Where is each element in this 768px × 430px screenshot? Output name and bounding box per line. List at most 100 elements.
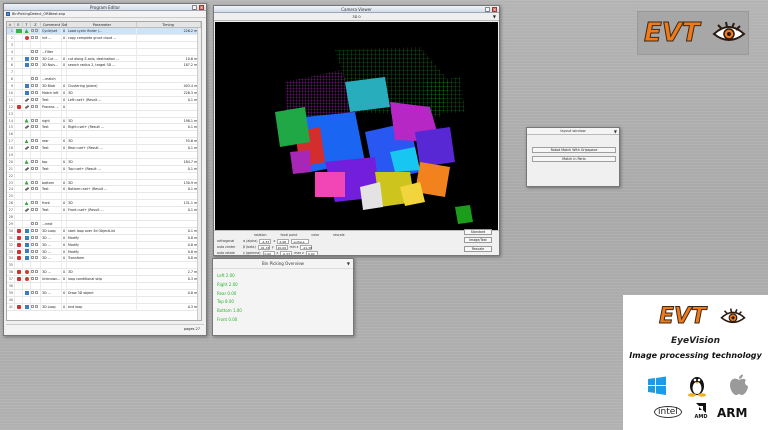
image-text-button[interactable]: Image/Text (464, 237, 492, 243)
table-row[interactable]: 25 (7, 193, 201, 201)
camera-source-selector[interactable]: 3D 0 ▼ (214, 13, 499, 21)
checkbox[interactable] (31, 304, 34, 308)
row-flag[interactable] (15, 276, 23, 282)
close-button[interactable]: × (199, 5, 204, 10)
checkbox[interactable] (35, 221, 38, 225)
table-row[interactable]: 1 Cycle/set 0 Load cyclic finder /... 226.2 … (7, 28, 201, 35)
checkbox[interactable] (31, 270, 34, 274)
row-flag[interactable] (15, 248, 23, 255)
checkbox[interactable] (31, 91, 34, 95)
min-z-field[interactable]: -22,38 (300, 244, 313, 250)
checkbox[interactable] (31, 139, 34, 143)
table-row[interactable]: 35 (7, 262, 201, 270)
row-flag[interactable] (15, 145, 23, 152)
checkbox[interactable] (35, 242, 38, 246)
checkbox[interactable] (31, 290, 34, 294)
column-header[interactable]: Comment (41, 22, 62, 27)
table-row[interactable]: 36 3D ... 0 3D 2.7 ms (7, 269, 201, 277)
row-flag[interactable] (15, 289, 23, 296)
checkbox[interactable] (35, 228, 38, 232)
table-row[interactable]: 30 3D Loop 0 start loop over 3d ObjectList 0… (7, 227, 201, 235)
layout-window-titlebar[interactable]: layout window ▼ (527, 128, 619, 135)
table-row[interactable]: 39 3D ... 0 Draw 3D object 0.8 ms (7, 289, 201, 297)
table-row[interactable]: 26 front 0 3D 131.1 ms (7, 200, 201, 208)
checkbox[interactable] (35, 235, 38, 239)
table-row[interactable]: 8 ...match (7, 76, 201, 84)
column-header[interactable]: Z (31, 22, 41, 27)
table-row[interactable]: 17 rear 0 3D 55.6 ms (7, 138, 201, 146)
checkbox[interactable] (35, 304, 38, 308)
table-row[interactable]: 41 3D Loop 0 end loop 0.3 ms (7, 303, 201, 311)
checkbox[interactable] (31, 166, 34, 170)
checkbox[interactable] (31, 97, 34, 101)
table-row[interactable]: 13 (7, 110, 201, 118)
row-flag[interactable] (15, 255, 23, 262)
checkbox[interactable] (35, 270, 38, 274)
orthogonal-checkbox[interactable]: orthogonal (217, 239, 241, 243)
checkbox[interactable] (31, 29, 34, 32)
checkbox[interactable] (35, 56, 38, 60)
row-flag[interactable] (15, 296, 23, 303)
checkbox[interactable] (35, 256, 38, 260)
checkbox[interactable] (35, 118, 38, 122)
auto-rotate-checkbox[interactable]: auto rotate (217, 251, 241, 255)
table-row[interactable]: 5 3D Cut ... 0 cut along Z-axis, destinatio… (7, 55, 201, 63)
checkbox[interactable] (31, 208, 34, 212)
checkbox[interactable] (31, 187, 34, 191)
program-editor-titlebar[interactable]: Program Editor _ × (4, 4, 206, 11)
vertical-scrollbar[interactable] (197, 28, 201, 320)
checkbox[interactable] (31, 56, 34, 60)
point-cloud-view[interactable] (215, 22, 498, 232)
row-flag[interactable] (15, 83, 23, 90)
checkbox[interactable] (35, 77, 38, 81)
auto-center-checkbox[interactable]: auto center (217, 245, 241, 249)
row-flag[interactable] (15, 131, 23, 138)
table-row[interactable]: 11 Text 0 Left=set+ (Result ... 0.1 ms (7, 96, 201, 104)
row-flag[interactable] (15, 41, 23, 48)
checkbox[interactable] (35, 249, 38, 253)
checkbox[interactable] (35, 104, 38, 108)
table-row[interactable]: 24 Text 0 Bottom=set+ (Result ... 0.1 ms (7, 186, 201, 194)
checkbox[interactable] (35, 290, 38, 294)
gamma-field[interactable]: 0,00 (262, 250, 275, 255)
row-flag[interactable] (15, 214, 23, 220)
row-flag[interactable] (15, 62, 23, 69)
checkbox[interactable] (35, 159, 38, 163)
table-row[interactable]: 29 ...next (7, 220, 201, 228)
row-flag[interactable] (15, 76, 23, 83)
table-row[interactable]: 37 Unknown... 0 loop conditional skip 0.3 ms (7, 276, 201, 283)
row-flag[interactable] (15, 124, 23, 131)
table-row[interactable]: 23 bottom 0 3D 130.9 ms (7, 179, 201, 187)
row-flag[interactable] (15, 158, 23, 165)
checkbox[interactable] (35, 63, 38, 67)
checkbox[interactable] (31, 277, 34, 281)
table-row[interactable]: 22 (7, 172, 201, 180)
checkbox[interactable] (31, 249, 34, 253)
focal-y-field[interactable]: 20,00 (275, 244, 288, 250)
row-flag[interactable] (15, 303, 23, 310)
table-row[interactable]: 20 top 0 3D 184.7 ms (7, 158, 201, 166)
focal-x-field[interactable]: 2,98 (277, 238, 290, 244)
table-row[interactable]: 4 ...Filter (7, 48, 201, 56)
table-row[interactable]: 7 (7, 69, 201, 77)
row-flag[interactable] (15, 172, 23, 179)
checkbox[interactable] (35, 187, 38, 191)
checkbox[interactable] (35, 49, 38, 53)
row-flag[interactable] (15, 220, 23, 227)
table-row[interactable]: 10 Match left 0 3D 226.3 ms (7, 90, 201, 97)
checkbox[interactable] (31, 84, 34, 88)
checkbox[interactable] (31, 49, 34, 53)
alpha-field[interactable]: -4,33 (259, 238, 272, 244)
row-flag[interactable] (15, 207, 23, 214)
rescale-button[interactable]: Rescale (464, 246, 492, 252)
checkbox[interactable] (35, 84, 38, 88)
row-flag[interactable] (15, 241, 23, 248)
checkbox[interactable] (31, 235, 34, 239)
row-flag[interactable] (15, 186, 23, 193)
row-flag[interactable] (15, 55, 23, 62)
checkbox[interactable] (31, 256, 34, 260)
table-row[interactable]: 6 3D Nois... 0 search radius 2, target 3D .… (7, 62, 201, 70)
checkbox[interactable] (31, 180, 34, 184)
table-row[interactable]: 38 (7, 282, 201, 290)
robot-match-button[interactable]: Robot Match With Gripspace (532, 147, 616, 153)
